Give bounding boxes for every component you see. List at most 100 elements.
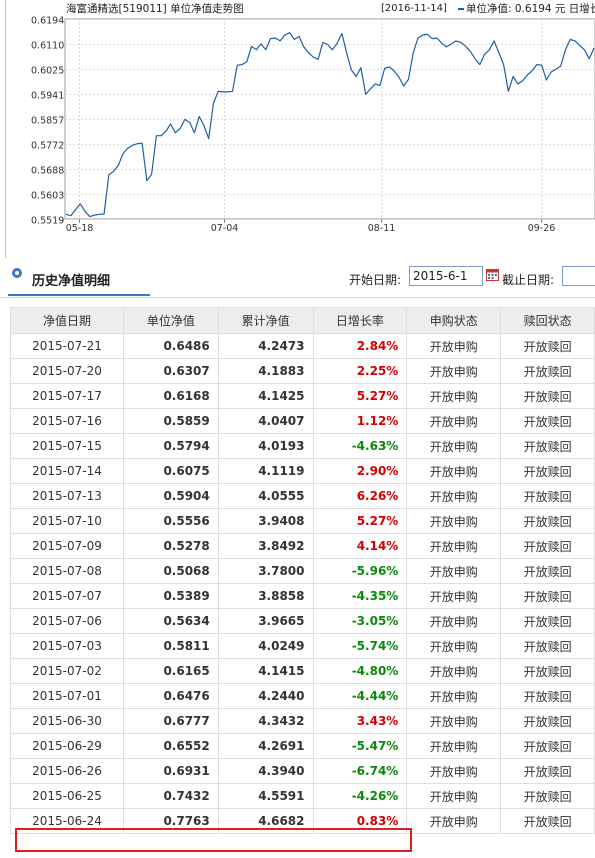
- cell-nav-date: 2015-07-21: [9, 333, 125, 359]
- cell-unit-nav: 0.6075: [123, 458, 219, 484]
- cell-nav-date: 2015-06-26: [9, 758, 125, 784]
- table-row: 2015-07-02 0.6165 4.1415 -4.80% 开放申购 开放赎回: [9, 658, 595, 684]
- cell-cumulative-nav: 4.2473: [217, 333, 314, 359]
- header-unit-nav: 单位净值: [123, 307, 219, 334]
- cell-unit-nav: 0.6165: [123, 658, 219, 684]
- cell-redeem-status: 开放赎回: [500, 633, 595, 659]
- cell-nav-date: 2015-07-08: [9, 558, 125, 584]
- cell-unit-nav: 0.5794: [123, 433, 219, 459]
- table-row: 2015-07-20 0.6307 4.1883 2.25% 开放申购 开放赎回: [9, 358, 595, 384]
- cell-nav-date: 2015-07-06: [9, 608, 125, 634]
- table-row: 2015-07-21 0.6486 4.2473 2.84% 开放申购 开放赎回: [9, 333, 595, 359]
- cell-cumulative-nav: 4.3432: [217, 708, 314, 734]
- nav-line-chart-svg: 0.6194 0.6110 0.6025 0.5941 0.5857 0.5772 0.56…: [31, 16, 595, 234]
- cell-daily-growth: 0.83%: [312, 808, 408, 834]
- cell-nav-date: 2015-07-17: [9, 383, 125, 409]
- cell-unit-nav: 0.7763: [123, 808, 219, 834]
- cell-purchase-status: 开放申购: [406, 658, 502, 684]
- table-row: 2015-07-17 0.6168 4.1425 5.27% 开放申购 开放赎回: [9, 383, 595, 409]
- cell-cumulative-nav: 4.5591: [217, 783, 314, 809]
- cell-daily-growth: -5.74%: [312, 633, 408, 659]
- cell-nav-date: 2015-07-20: [9, 358, 125, 384]
- cell-nav-date: 2015-07-16: [9, 408, 125, 434]
- x-tick-label: 05-18: [66, 223, 94, 234]
- cell-redeem-status: 开放赎回: [500, 558, 595, 584]
- cell-cumulative-nav: 4.3940: [217, 758, 314, 784]
- table-row: 2015-07-10 0.5556 3.9408 5.27% 开放申购 开放赎回: [9, 508, 595, 534]
- end-date-input[interactable]: [562, 266, 595, 286]
- chart-title: 海富通精选[519011] 单位净值走势图: [66, 3, 244, 15]
- cell-daily-growth: -4.26%: [312, 783, 408, 809]
- chart-date-label: [2016-11-14]: [381, 3, 447, 14]
- start-date-input[interactable]: [409, 266, 483, 286]
- header-cumulative-nav: 累计净值: [217, 307, 314, 334]
- table-row: 2015-06-30 0.6777 4.3432 3.43% 开放申购 开放赎回: [9, 708, 595, 734]
- cell-purchase-status: 开放申购: [406, 358, 502, 384]
- table-row: 2015-07-16 0.5859 4.0407 1.12% 开放申购 开放赎回: [9, 408, 595, 434]
- y-tick-label: 0.5519: [31, 216, 64, 227]
- cell-unit-nav: 0.6486: [123, 333, 219, 359]
- table-row: 2015-06-26 0.6931 4.3940 -6.74% 开放申购 开放赎回: [9, 758, 595, 784]
- cell-purchase-status: 开放申购: [406, 608, 502, 634]
- cell-redeem-status: 开放赎回: [500, 433, 595, 459]
- cell-cumulative-nav: 4.1883: [217, 358, 314, 384]
- cell-daily-growth: -4.44%: [312, 683, 408, 709]
- table-row: 2015-07-07 0.5389 3.8858 -4.35% 开放申购 开放赎回: [9, 583, 595, 609]
- cell-daily-growth: -5.96%: [312, 558, 408, 584]
- x-tick-label: 08-11: [368, 223, 396, 234]
- cell-cumulative-nav: 4.1415: [217, 658, 314, 684]
- table-row: 2015-07-15 0.5794 4.0193 -4.63% 开放申购 开放赎回: [9, 433, 595, 459]
- cell-purchase-status: 开放申购: [406, 558, 502, 584]
- chart-legend: 单位净值: 0.6194 元 日增长: [458, 3, 595, 15]
- section-header-rule: [0, 297, 595, 298]
- cell-daily-growth: -4.80%: [312, 658, 408, 684]
- cell-cumulative-nav: 4.0249: [217, 633, 314, 659]
- cell-nav-date: 2015-07-03: [9, 633, 125, 659]
- cell-unit-nav: 0.6931: [123, 758, 219, 784]
- cell-daily-growth: 2.25%: [312, 358, 408, 384]
- cell-redeem-status: 开放赎回: [500, 508, 595, 534]
- cell-nav-date: 2015-06-25: [9, 783, 125, 809]
- y-tick-label: 0.5772: [31, 141, 64, 152]
- cell-unit-nav: 0.5068: [123, 558, 219, 584]
- start-date-label: 开始日期:: [349, 273, 402, 287]
- cell-purchase-status: 开放申购: [406, 483, 502, 509]
- cell-nav-date: 2015-06-30: [9, 708, 125, 734]
- table-row: 2015-07-06 0.5634 3.9665 -3.05% 开放申购 开放赎回: [9, 608, 595, 634]
- calendar-icon[interactable]: [486, 268, 499, 281]
- cell-nav-date: 2015-07-15: [9, 433, 125, 459]
- cell-redeem-status: 开放赎回: [500, 383, 595, 409]
- cell-nav-date: 2015-07-01: [9, 683, 125, 709]
- table-row: 2015-07-03 0.5811 4.0249 -5.74% 开放申购 开放赎回: [9, 633, 595, 659]
- table-row: 2015-07-09 0.5278 3.8492 4.14% 开放申购 开放赎回: [9, 533, 595, 559]
- series-line-unit-nav: [65, 31, 595, 218]
- y-tick-label: 0.6025: [31, 66, 64, 77]
- y-tick-label: 0.6110: [31, 41, 64, 52]
- section-title: 历史净值明细: [32, 274, 111, 289]
- cell-nav-date: 2015-07-14: [9, 458, 125, 484]
- cell-cumulative-nav: 3.8492: [217, 533, 314, 559]
- legend-label: 单位净值: 0.6194 元 日增长: [466, 3, 595, 15]
- table-row: 2015-06-29 0.6552 4.2691 -5.47% 开放申购 开放赎回: [9, 733, 595, 759]
- cell-redeem-status: 开放赎回: [500, 683, 595, 709]
- header-purchase-status: 申购状态: [406, 307, 502, 334]
- cell-redeem-status: 开放赎回: [500, 708, 595, 734]
- header-daily-growth: 日增长率: [312, 307, 408, 334]
- cell-cumulative-nav: 3.7800: [217, 558, 314, 584]
- cell-nav-date: 2015-06-24: [9, 808, 125, 834]
- cell-daily-growth: -5.47%: [312, 733, 408, 759]
- cell-unit-nav: 0.6552: [123, 733, 219, 759]
- table-row: 2015-06-25 0.7432 4.5591 -4.26% 开放申购 开放赎回: [9, 783, 595, 809]
- cell-redeem-status: 开放赎回: [500, 733, 595, 759]
- cell-daily-growth: -6.74%: [312, 758, 408, 784]
- cell-redeem-status: 开放赎回: [500, 808, 595, 834]
- end-date-label: 截止日期:: [502, 273, 555, 287]
- nav-trend-chart: 0.6194 0.6110 0.6025 0.5941 0.5857 0.5772 0.56…: [0, 0, 595, 258]
- section-title-underline: [8, 294, 150, 296]
- cell-redeem-status: 开放赎回: [500, 533, 595, 559]
- cell-nav-date: 2015-07-07: [9, 583, 125, 609]
- cell-cumulative-nav: 4.0407: [217, 408, 314, 434]
- cell-cumulative-nav: 4.0555: [217, 483, 314, 509]
- cell-purchase-status: 开放申购: [406, 408, 502, 434]
- cell-cumulative-nav: 4.0193: [217, 433, 314, 459]
